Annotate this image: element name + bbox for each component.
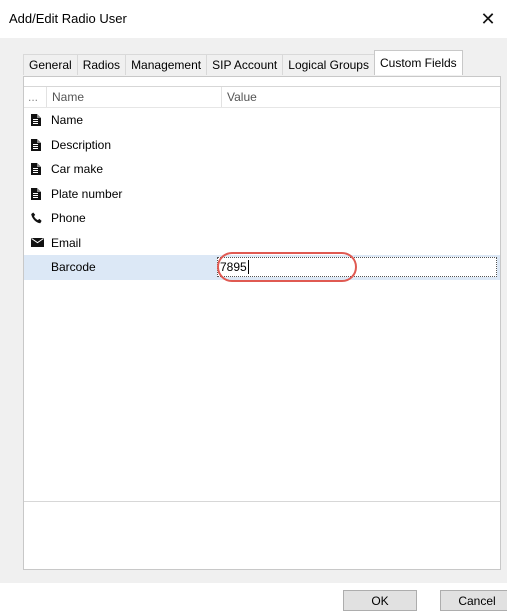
document-icon [24, 163, 48, 176]
grid-row-phone[interactable]: Phone [24, 206, 500, 231]
field-name: Description [51, 137, 112, 152]
column-header-value[interactable]: Value [222, 87, 497, 107]
field-name: Name [51, 113, 84, 128]
field-value[interactable] [217, 208, 497, 228]
custom-fields-grid: ... Name Value Name Description Car make… [24, 86, 500, 502]
phone-icon [24, 212, 48, 224]
field-value[interactable] [217, 135, 497, 155]
field-value[interactable] [217, 159, 497, 179]
field-name: Barcode [51, 260, 96, 275]
field-name: Plate number [51, 186, 123, 201]
grid-header: ... Name Value [24, 87, 500, 108]
grid-row-plate-number[interactable]: Plate number [24, 182, 500, 207]
custom-fields-panel: ... Name Value Name Description Car make… [23, 76, 507, 611]
field-value[interactable] [217, 233, 497, 253]
cancel-button[interactable]: Cancel [440, 590, 507, 611]
window-title: Add/Edit Radio User [9, 11, 127, 26]
dialog-body: General Radios Management SIP Account Lo… [0, 38, 507, 611]
tab-sip-account[interactable]: SIP Account [206, 54, 284, 75]
document-icon [24, 114, 48, 127]
tab-management[interactable]: Management [125, 54, 208, 75]
envelope-icon [24, 238, 48, 248]
field-name: Phone [51, 211, 86, 226]
field-value[interactable] [217, 184, 497, 204]
tab-custom-fields[interactable]: Custom Fields [373, 50, 463, 75]
document-icon [24, 138, 48, 151]
grid-row-name[interactable]: Name [24, 108, 500, 133]
grid-row-barcode[interactable]: Barcode 7895 [24, 252, 500, 282]
highlight-ring-annotation [217, 252, 357, 282]
tab-general[interactable]: General [23, 54, 78, 75]
column-header-selector[interactable]: ... [24, 87, 47, 107]
tab-strip: General Radios Management SIP Account Lo… [23, 50, 463, 75]
ok-button[interactable]: OK [343, 590, 417, 611]
field-name: Car make [51, 162, 104, 177]
grid-row-description[interactable]: Description [24, 133, 500, 158]
field-value[interactable] [217, 110, 497, 130]
field-name: Email [51, 235, 82, 250]
document-icon [24, 187, 48, 200]
tab-radios[interactable]: Radios [76, 54, 127, 75]
column-header-name[interactable]: Name [47, 87, 222, 107]
close-icon[interactable]: ✕ [475, 6, 501, 32]
tab-logical-groups[interactable]: Logical Groups [282, 54, 375, 75]
grid-row-car-make[interactable]: Car make [24, 157, 500, 182]
title-bar: Add/Edit Radio User ✕ [0, 0, 507, 38]
